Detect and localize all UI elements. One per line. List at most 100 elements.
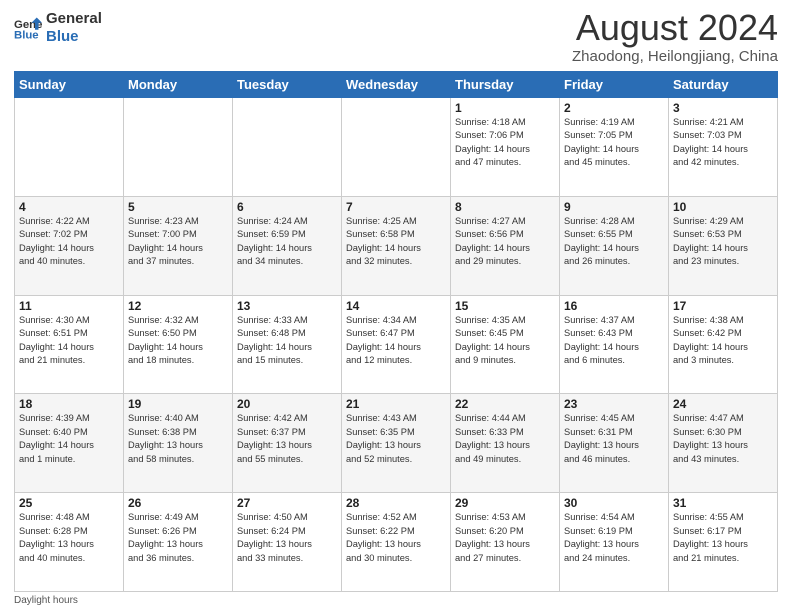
- calendar-cell: 4Sunrise: 4:22 AM Sunset: 7:02 PM Daylig…: [15, 196, 124, 295]
- calendar-week-4: 18Sunrise: 4:39 AM Sunset: 6:40 PM Dayli…: [15, 394, 778, 493]
- month-title: August 2024: [572, 10, 778, 46]
- subtitle: Zhaodong, Heilongjiang, China: [572, 48, 778, 65]
- day-number: 10: [673, 200, 773, 214]
- day-number: 12: [128, 299, 228, 313]
- day-info: Sunrise: 4:32 AM Sunset: 6:50 PM Dayligh…: [128, 314, 228, 368]
- day-number: 3: [673, 101, 773, 115]
- col-header-saturday: Saturday: [669, 72, 778, 98]
- calendar-cell: 24Sunrise: 4:47 AM Sunset: 6:30 PM Dayli…: [669, 394, 778, 493]
- calendar-cell: 6Sunrise: 4:24 AM Sunset: 6:59 PM Daylig…: [233, 196, 342, 295]
- day-info: Sunrise: 4:30 AM Sunset: 6:51 PM Dayligh…: [19, 314, 119, 368]
- calendar-cell: 1Sunrise: 4:18 AM Sunset: 7:06 PM Daylig…: [451, 98, 560, 197]
- calendar-cell: 10Sunrise: 4:29 AM Sunset: 6:53 PM Dayli…: [669, 196, 778, 295]
- calendar-cell: 19Sunrise: 4:40 AM Sunset: 6:38 PM Dayli…: [124, 394, 233, 493]
- day-number: 31: [673, 496, 773, 510]
- day-info: Sunrise: 4:27 AM Sunset: 6:56 PM Dayligh…: [455, 215, 555, 269]
- day-number: 5: [128, 200, 228, 214]
- calendar-cell: 26Sunrise: 4:49 AM Sunset: 6:26 PM Dayli…: [124, 493, 233, 592]
- day-info: Sunrise: 4:43 AM Sunset: 6:35 PM Dayligh…: [346, 412, 446, 466]
- calendar-cell: 14Sunrise: 4:34 AM Sunset: 6:47 PM Dayli…: [342, 295, 451, 394]
- calendar-cell: 18Sunrise: 4:39 AM Sunset: 6:40 PM Dayli…: [15, 394, 124, 493]
- day-number: 21: [346, 397, 446, 411]
- svg-text:Blue: Blue: [14, 30, 39, 42]
- calendar-cell: 9Sunrise: 4:28 AM Sunset: 6:55 PM Daylig…: [560, 196, 669, 295]
- day-number: 9: [564, 200, 664, 214]
- day-info: Sunrise: 4:49 AM Sunset: 6:26 PM Dayligh…: [128, 511, 228, 565]
- day-info: Sunrise: 4:33 AM Sunset: 6:48 PM Dayligh…: [237, 314, 337, 368]
- day-number: 20: [237, 397, 337, 411]
- day-info: Sunrise: 4:23 AM Sunset: 7:00 PM Dayligh…: [128, 215, 228, 269]
- day-number: 1: [455, 101, 555, 115]
- day-info: Sunrise: 4:34 AM Sunset: 6:47 PM Dayligh…: [346, 314, 446, 368]
- day-info: Sunrise: 4:25 AM Sunset: 6:58 PM Dayligh…: [346, 215, 446, 269]
- day-info: Sunrise: 4:55 AM Sunset: 6:17 PM Dayligh…: [673, 511, 773, 565]
- calendar-cell: 7Sunrise: 4:25 AM Sunset: 6:58 PM Daylig…: [342, 196, 451, 295]
- day-number: 24: [673, 397, 773, 411]
- day-number: 6: [237, 200, 337, 214]
- day-number: 2: [564, 101, 664, 115]
- page: General Blue General Blue August 2024 Zh…: [0, 0, 792, 612]
- day-number: 29: [455, 496, 555, 510]
- day-number: 26: [128, 496, 228, 510]
- calendar-cell: 25Sunrise: 4:48 AM Sunset: 6:28 PM Dayli…: [15, 493, 124, 592]
- calendar-cell: 21Sunrise: 4:43 AM Sunset: 6:35 PM Dayli…: [342, 394, 451, 493]
- calendar-cell: 13Sunrise: 4:33 AM Sunset: 6:48 PM Dayli…: [233, 295, 342, 394]
- day-number: 16: [564, 299, 664, 313]
- day-info: Sunrise: 4:24 AM Sunset: 6:59 PM Dayligh…: [237, 215, 337, 269]
- col-header-friday: Friday: [560, 72, 669, 98]
- day-info: Sunrise: 4:52 AM Sunset: 6:22 PM Dayligh…: [346, 511, 446, 565]
- calendar-cell: 30Sunrise: 4:54 AM Sunset: 6:19 PM Dayli…: [560, 493, 669, 592]
- calendar-cell: 5Sunrise: 4:23 AM Sunset: 7:00 PM Daylig…: [124, 196, 233, 295]
- calendar-cell: 22Sunrise: 4:44 AM Sunset: 6:33 PM Dayli…: [451, 394, 560, 493]
- day-number: 28: [346, 496, 446, 510]
- day-info: Sunrise: 4:19 AM Sunset: 7:05 PM Dayligh…: [564, 116, 664, 170]
- day-info: Sunrise: 4:28 AM Sunset: 6:55 PM Dayligh…: [564, 215, 664, 269]
- day-number: 7: [346, 200, 446, 214]
- col-header-monday: Monday: [124, 72, 233, 98]
- day-number: 18: [19, 397, 119, 411]
- title-block: August 2024 Zhaodong, Heilongjiang, Chin…: [572, 10, 778, 65]
- header: General Blue General Blue August 2024 Zh…: [14, 10, 778, 65]
- calendar-cell: 27Sunrise: 4:50 AM Sunset: 6:24 PM Dayli…: [233, 493, 342, 592]
- day-number: 27: [237, 496, 337, 510]
- calendar-cell: 29Sunrise: 4:53 AM Sunset: 6:20 PM Dayli…: [451, 493, 560, 592]
- calendar-cell: 28Sunrise: 4:52 AM Sunset: 6:22 PM Dayli…: [342, 493, 451, 592]
- day-info: Sunrise: 4:40 AM Sunset: 6:38 PM Dayligh…: [128, 412, 228, 466]
- logo: General Blue General Blue: [14, 10, 102, 46]
- calendar-cell: [15, 98, 124, 197]
- calendar-week-5: 25Sunrise: 4:48 AM Sunset: 6:28 PM Dayli…: [15, 493, 778, 592]
- logo-blue: Blue: [46, 28, 102, 46]
- day-info: Sunrise: 4:29 AM Sunset: 6:53 PM Dayligh…: [673, 215, 773, 269]
- calendar-cell: 31Sunrise: 4:55 AM Sunset: 6:17 PM Dayli…: [669, 493, 778, 592]
- calendar-table: SundayMondayTuesdayWednesdayThursdayFrid…: [14, 71, 778, 592]
- day-info: Sunrise: 4:48 AM Sunset: 6:28 PM Dayligh…: [19, 511, 119, 565]
- col-header-thursday: Thursday: [451, 72, 560, 98]
- day-number: 22: [455, 397, 555, 411]
- day-number: 4: [19, 200, 119, 214]
- day-number: 17: [673, 299, 773, 313]
- day-number: 30: [564, 496, 664, 510]
- calendar-cell: 8Sunrise: 4:27 AM Sunset: 6:56 PM Daylig…: [451, 196, 560, 295]
- calendar-cell: 16Sunrise: 4:37 AM Sunset: 6:43 PM Dayli…: [560, 295, 669, 394]
- calendar-cell: [233, 98, 342, 197]
- day-info: Sunrise: 4:44 AM Sunset: 6:33 PM Dayligh…: [455, 412, 555, 466]
- footer-note: Daylight hours: [14, 595, 778, 606]
- calendar-cell: 11Sunrise: 4:30 AM Sunset: 6:51 PM Dayli…: [15, 295, 124, 394]
- day-number: 15: [455, 299, 555, 313]
- day-number: 13: [237, 299, 337, 313]
- day-number: 8: [455, 200, 555, 214]
- day-info: Sunrise: 4:54 AM Sunset: 6:19 PM Dayligh…: [564, 511, 664, 565]
- calendar-week-3: 11Sunrise: 4:30 AM Sunset: 6:51 PM Dayli…: [15, 295, 778, 394]
- logo-general: General: [46, 10, 102, 28]
- calendar-cell: [124, 98, 233, 197]
- calendar-cell: 17Sunrise: 4:38 AM Sunset: 6:42 PM Dayli…: [669, 295, 778, 394]
- col-header-wednesday: Wednesday: [342, 72, 451, 98]
- day-info: Sunrise: 4:39 AM Sunset: 6:40 PM Dayligh…: [19, 412, 119, 466]
- calendar-cell: 23Sunrise: 4:45 AM Sunset: 6:31 PM Dayli…: [560, 394, 669, 493]
- day-number: 23: [564, 397, 664, 411]
- calendar-cell: [342, 98, 451, 197]
- day-number: 19: [128, 397, 228, 411]
- day-info: Sunrise: 4:38 AM Sunset: 6:42 PM Dayligh…: [673, 314, 773, 368]
- logo-icon: General Blue: [14, 14, 42, 42]
- day-info: Sunrise: 4:47 AM Sunset: 6:30 PM Dayligh…: [673, 412, 773, 466]
